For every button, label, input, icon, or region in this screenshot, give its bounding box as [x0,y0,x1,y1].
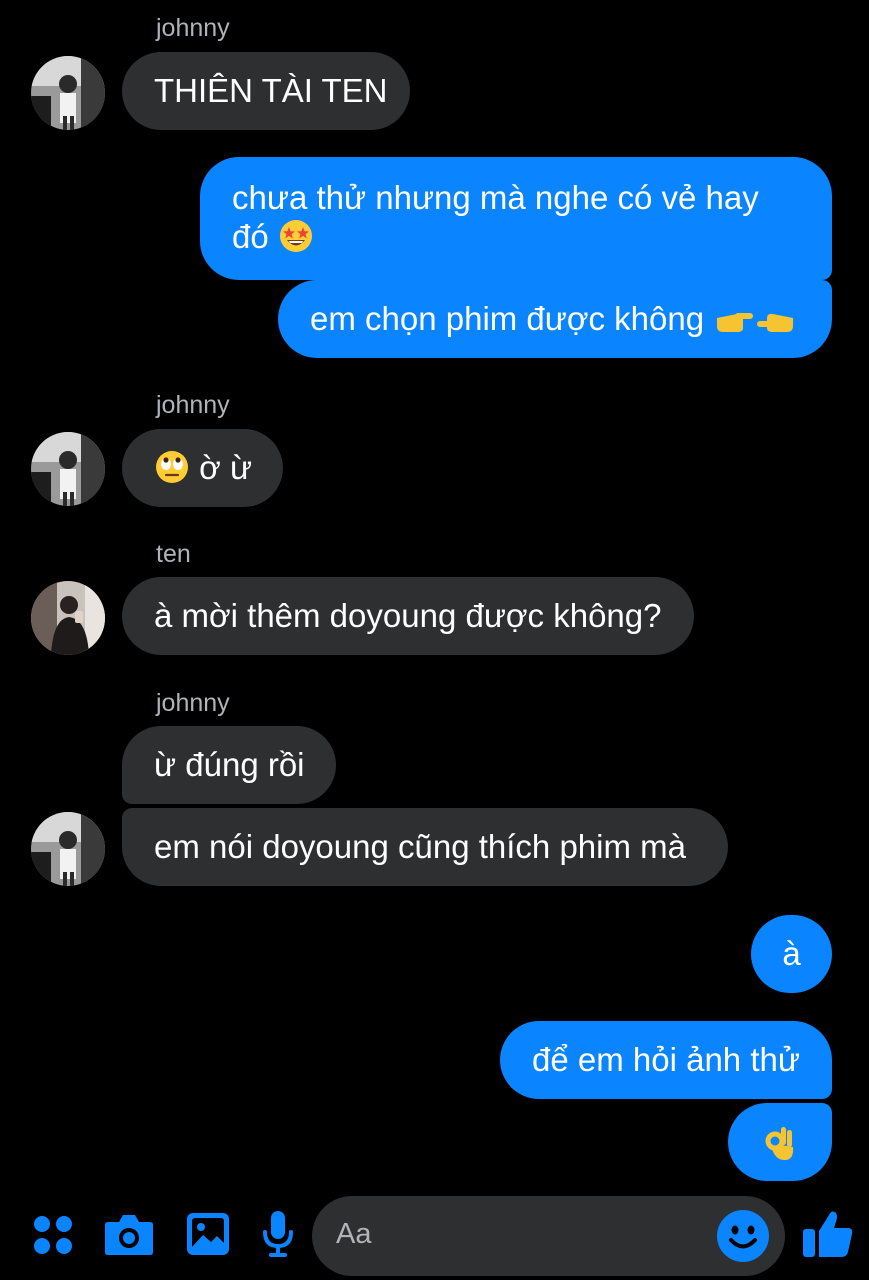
message-text: à mời thêm doyoung được không? [154,597,662,634]
message-bubble-incoming[interactable]: THIÊN TÀI TEN [122,52,410,130]
star-struck-emoji [278,218,314,262]
rolling-eyes-emoji [154,449,190,493]
message-bubble-outgoing[interactable]: em chọn phim được không [278,280,832,358]
microphone-icon[interactable] [262,1210,294,1263]
sender-name: johnny [156,689,230,717]
camera-icon[interactable] [104,1212,154,1261]
sender-name: ten [156,540,191,568]
message-bubble-incoming[interactable]: à mời thêm doyoung được không? [122,577,694,655]
message-text: THIÊN TÀI TEN [154,72,388,109]
message-text: em nói doyoung cũng thích phim mà [154,828,686,865]
ok-hand-emoji [762,1125,798,1171]
message-text: à [782,935,801,972]
message-text: ờ ừ [199,449,253,486]
avatar-ten[interactable] [31,581,105,655]
message-bubble-incoming[interactable]: ờ ừ [122,429,283,507]
sender-name: johnny [156,14,230,42]
sender-name: johnny [156,391,230,419]
avatar-johnny[interactable] [31,812,105,886]
pointing-fingers-emoji [713,304,797,344]
gallery-icon[interactable] [186,1212,230,1261]
message-bubble-incoming[interactable]: ừ đúng rồi [122,726,336,804]
message-bubble-outgoing[interactable]: à [751,915,832,993]
message-bubble-outgoing[interactable]: chưa thử nhưng mà nghe có vẻ hay đó [200,157,832,280]
message-text: ừ đúng rồi [154,746,305,783]
message-bubble-incoming[interactable]: em nói doyoung cũng thích phim mà [122,808,728,886]
avatar-johnny[interactable] [31,432,105,506]
avatar-johnny[interactable] [31,56,105,130]
message-bubble-outgoing[interactable] [728,1103,832,1181]
message-bubble-outgoing[interactable]: để em hỏi ảnh thử [500,1021,832,1099]
apps-grid-icon[interactable] [32,1214,74,1261]
message-text: em chọn phim được không [310,300,705,337]
message-text: để em hỏi ảnh thử [532,1041,800,1078]
message-input-placeholder: Aa [336,1218,372,1250]
emoji-smiley-icon[interactable] [716,1209,770,1268]
message-input[interactable]: Aa [312,1196,785,1276]
thumbs-up-icon[interactable] [802,1207,854,1264]
